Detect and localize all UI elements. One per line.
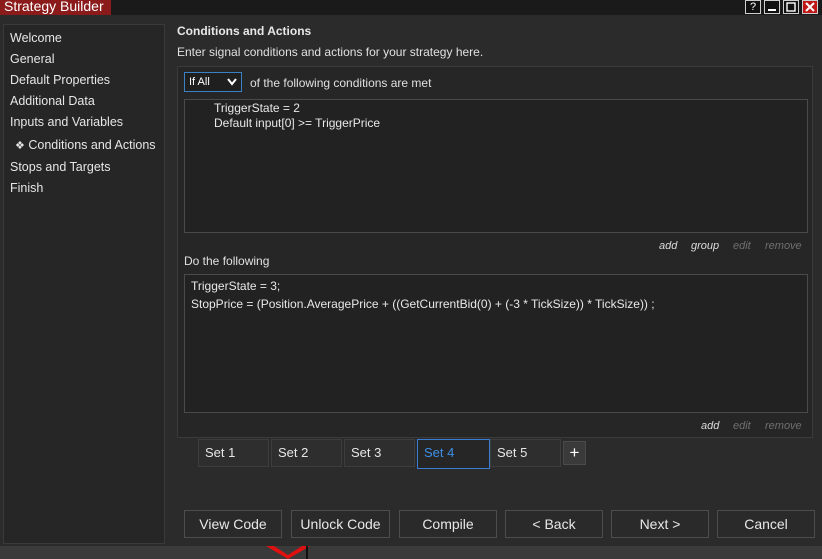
cancel-button[interactable]: Cancel: [717, 510, 815, 538]
sidebar-item-conditions-and-actions[interactable]: ❖ Conditions and Actions: [15, 138, 156, 152]
sidebar-item-welcome[interactable]: Welcome: [10, 31, 62, 45]
page-title: Conditions and Actions: [177, 24, 312, 38]
close-icon[interactable]: [802, 0, 818, 14]
arrow-marker-icon: [266, 546, 310, 559]
sidebar-item-inputs-and-variables[interactable]: Inputs and Variables: [10, 115, 123, 129]
action-line[interactable]: TriggerState = 3;: [191, 279, 280, 293]
tab-set-5[interactable]: Set 5: [490, 439, 561, 467]
active-marker-icon: ❖: [15, 140, 25, 152]
sidebar-item-stops-and-targets[interactable]: Stops and Targets: [10, 160, 111, 174]
sidebar-item-finish[interactable]: Finish: [10, 181, 43, 195]
compile-button[interactable]: Compile: [399, 510, 497, 538]
condition-logic-label: of the following conditions are met: [250, 76, 432, 90]
condition-line[interactable]: Default input[0] >= TriggerPrice: [214, 116, 380, 130]
help-icon[interactable]: ?: [745, 0, 761, 14]
add-set-button[interactable]: +: [563, 441, 586, 465]
conditions-list[interactable]: TriggerState = 2 Default input[0] >= Tri…: [184, 99, 808, 233]
next-button[interactable]: Next >: [611, 510, 709, 538]
chevron-down-icon: [227, 78, 237, 86]
actions-list[interactable]: TriggerState = 3; StopPrice = (Position.…: [184, 274, 808, 413]
tab-set-4[interactable]: Set 4: [417, 439, 490, 469]
tab-set-3[interactable]: Set 3: [344, 439, 415, 467]
back-button[interactable]: < Back: [505, 510, 603, 538]
tab-set-2[interactable]: Set 2: [271, 439, 342, 467]
condition-line[interactable]: TriggerState = 2: [214, 101, 300, 115]
sidebar-item-additional-data[interactable]: Additional Data: [10, 94, 95, 108]
condition-group-link[interactable]: group: [691, 240, 719, 252]
sidebar-item-default-properties[interactable]: Default Properties: [10, 73, 110, 87]
page-description: Enter signal conditions and actions for …: [177, 45, 484, 59]
action-edit-link[interactable]: edit: [733, 420, 751, 432]
title-bar: Strategy Builder ?: [0, 0, 822, 15]
action-add-link[interactable]: add: [701, 420, 719, 432]
window-title: Strategy Builder: [0, 0, 111, 15]
action-remove-link[interactable]: remove: [765, 420, 802, 432]
minimize-icon[interactable]: [764, 0, 780, 14]
view-code-button[interactable]: View Code: [184, 510, 282, 538]
condition-add-link[interactable]: add: [659, 240, 677, 252]
condition-edit-link[interactable]: edit: [733, 240, 751, 252]
wizard-sidebar: Welcome General Default Properties Addit…: [3, 24, 165, 544]
actions-label: Do the following: [184, 254, 270, 268]
tab-set-1[interactable]: Set 1: [198, 439, 269, 467]
condition-remove-link[interactable]: remove: [765, 240, 802, 252]
condition-logic-select[interactable]: If All: [184, 72, 242, 92]
action-line[interactable]: StopPrice = (Position.AveragePrice + ((G…: [191, 297, 655, 311]
bottom-strip: [0, 546, 822, 559]
unlock-code-button[interactable]: Unlock Code: [291, 510, 390, 538]
maximize-icon[interactable]: [783, 0, 799, 14]
sidebar-item-general[interactable]: General: [10, 52, 54, 66]
